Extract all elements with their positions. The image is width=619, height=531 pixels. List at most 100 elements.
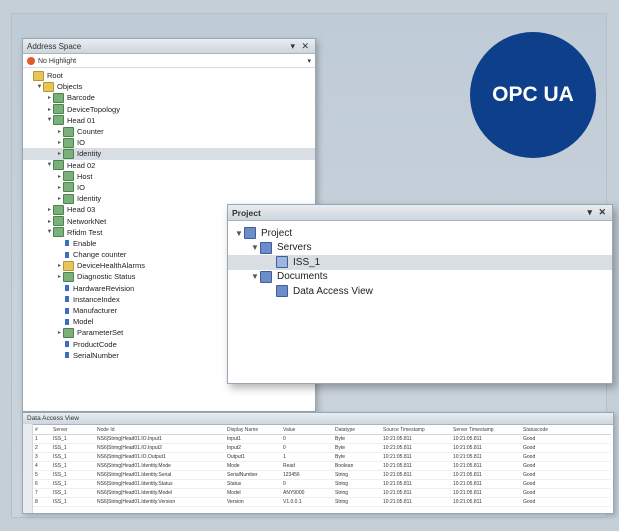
table-cell: String bbox=[333, 470, 381, 480]
tree-node[interactable]: ▸ Identity bbox=[23, 193, 315, 204]
expand-arrow-icon[interactable]: ▸ bbox=[46, 206, 53, 213]
column-header[interactable]: Display Name bbox=[225, 425, 281, 435]
table-row[interactable]: 3 ISS_1 NS6|String|Head01.IO.Output1 Output… bbox=[33, 452, 611, 462]
chevron-down-icon[interactable]: ▾ bbox=[307, 57, 311, 65]
tree-node[interactable]: ▸ IO bbox=[23, 137, 315, 148]
project-tree-node[interactable]: ▼ Servers bbox=[228, 241, 612, 256]
object-icon bbox=[63, 137, 74, 148]
highlight-label: No Highlight bbox=[38, 57, 77, 65]
tree-node[interactable]: ▸ Barcode bbox=[23, 92, 315, 103]
table-cell: 7 bbox=[33, 488, 51, 498]
project-tree-node[interactable]: Data Access View bbox=[228, 284, 612, 299]
collapse-arrow-icon[interactable]: ▼ bbox=[250, 243, 260, 252]
table-cell: 6 bbox=[33, 479, 51, 489]
column-header[interactable]: Source Timestamp bbox=[381, 425, 451, 435]
collapse-arrow-icon[interactable]: ▼ bbox=[46, 117, 53, 123]
table-cell: 10:21:05.811 bbox=[451, 452, 521, 462]
table-row[interactable]: 4 ISS_1 NS6|String|Head01.Identity.Mode Mod… bbox=[33, 461, 611, 471]
table-row[interactable]: 1 ISS_1 NS6|String|Head01.IO.Input1 Input1 0… bbox=[33, 434, 611, 444]
table-cell: 1 bbox=[33, 434, 51, 444]
table-row[interactable]: 2 ISS_1 NS6|String|Head01.IO.Input2 Input2 0… bbox=[33, 443, 611, 453]
expand-arrow-icon[interactable]: ▸ bbox=[46, 218, 53, 225]
tree-node[interactable]: ▼ Head 01 bbox=[23, 115, 315, 126]
opc-ua-badge: OPC UA bbox=[470, 32, 596, 158]
project-node-label: Project bbox=[261, 227, 293, 239]
column-header[interactable]: Server Timestamp bbox=[451, 425, 521, 435]
expand-arrow-icon[interactable]: ▸ bbox=[46, 106, 53, 113]
table-cell: ANY9000 bbox=[281, 488, 333, 498]
variable-icon bbox=[65, 307, 69, 314]
object-icon bbox=[63, 148, 74, 159]
tree-node[interactable]: ▸ IO bbox=[23, 182, 315, 193]
project-node-label: Data Access View bbox=[293, 285, 373, 297]
table-row[interactable]: 8 ISS_1 NS6|String|Head01.Identity.Version… bbox=[33, 497, 611, 507]
table-cell: 10:21:05.811 bbox=[451, 497, 521, 507]
tree-node[interactable]: Root bbox=[23, 70, 315, 81]
column-header[interactable]: Datatype bbox=[333, 425, 381, 435]
table-cell: NS6|String|Head01.Identity.Version bbox=[95, 497, 225, 507]
collapse-arrow-icon[interactable]: ▼ bbox=[234, 229, 244, 238]
collapse-arrow-icon[interactable]: ▼ bbox=[46, 162, 53, 168]
table-cell: 10:21:05.811 bbox=[381, 470, 451, 480]
table-cell: 10:21:05.811 bbox=[451, 443, 521, 453]
table-cell: 0 bbox=[281, 434, 333, 444]
expand-arrow-icon[interactable]: ▸ bbox=[56, 150, 63, 157]
object-icon bbox=[53, 115, 64, 126]
column-header[interactable]: Value bbox=[281, 425, 333, 435]
tree-node-label: InstanceIndex bbox=[73, 294, 120, 304]
object-icon bbox=[63, 171, 74, 182]
panel-controls[interactable]: ▾ ✕ bbox=[587, 207, 608, 218]
column-header[interactable]: # bbox=[33, 425, 51, 435]
tree-node[interactable]: ▸ Host bbox=[23, 171, 315, 182]
folder-icon bbox=[43, 81, 54, 92]
table-row[interactable]: 5 ISS_1 NS6|String|Head01.Identity.Serial S… bbox=[33, 470, 611, 480]
table-cell: NS6|String|Head01.IO.Input1 bbox=[95, 434, 225, 444]
table-row[interactable]: 7 ISS_1 NS6|String|Head01.Identity.Model Mo… bbox=[33, 488, 611, 498]
tree-node-label: Model bbox=[73, 317, 94, 327]
expand-arrow-icon[interactable]: ▸ bbox=[56, 173, 63, 180]
expand-arrow-icon[interactable]: ▸ bbox=[46, 94, 53, 101]
table-cell: SerialNumber bbox=[225, 470, 281, 480]
tree-node-label: ProductCode bbox=[73, 339, 117, 349]
project-tree-node[interactable]: ▼ Documents bbox=[228, 270, 612, 285]
expand-arrow-icon[interactable]: ▸ bbox=[56, 128, 63, 135]
project-node-label: Servers bbox=[277, 242, 312, 254]
data-access-table: # Server Node Id Display Name Value Datatype S… bbox=[33, 425, 611, 507]
table-cell: 10:21:05.811 bbox=[451, 479, 521, 489]
tree-node[interactable]: ▼ Head 02 bbox=[23, 160, 315, 171]
variable-icon bbox=[65, 352, 69, 359]
table-row[interactable]: 6 ISS_1 NS6|String|Head01.Identity.Status S… bbox=[33, 479, 611, 489]
expand-arrow-icon[interactable]: ▸ bbox=[56, 184, 63, 191]
panel-controls[interactable]: ▾ ✕ bbox=[290, 41, 311, 52]
collapse-arrow-icon[interactable]: ▼ bbox=[250, 272, 260, 281]
expand-arrow-icon[interactable]: ▸ bbox=[56, 195, 63, 202]
expand-arrow-icon[interactable]: ▸ bbox=[56, 139, 63, 146]
highlight-bar[interactable]: No Highlight ▾ bbox=[23, 54, 315, 68]
project-tree[interactable]: ▼ Project ▼ Servers ISS_1 ▼ Documents Data Acce… bbox=[228, 221, 612, 299]
column-header[interactable]: Statuscode bbox=[521, 425, 611, 435]
column-header[interactable]: Node Id bbox=[95, 425, 225, 435]
table-cell: String bbox=[333, 497, 381, 507]
data-access-view-title: Data Access View bbox=[27, 415, 79, 422]
tree-node[interactable]: ▼ Objects bbox=[23, 81, 315, 92]
tree-node[interactable]: ▸ DeviceTopology bbox=[23, 104, 315, 115]
column-header[interactable]: Server bbox=[51, 425, 95, 435]
table-body: 1 ISS_1 NS6|String|Head01.IO.Input1 Input1 0… bbox=[33, 434, 611, 507]
table-cell: NS6|String|Head01.IO.Output1 bbox=[95, 452, 225, 462]
expand-arrow-icon[interactable]: ▸ bbox=[56, 329, 63, 336]
table-cell: Input1 bbox=[225, 434, 281, 444]
expand-arrow-icon[interactable]: ▸ bbox=[56, 262, 63, 269]
variable-icon bbox=[65, 285, 69, 292]
tree-node[interactable]: ▸ Counter bbox=[23, 126, 315, 137]
variable-icon bbox=[65, 341, 69, 348]
project-tree-node[interactable]: ▼ Project bbox=[228, 226, 612, 241]
collapse-arrow-icon[interactable]: ▼ bbox=[36, 84, 43, 90]
tree-node-label: ParameterSet bbox=[77, 328, 124, 338]
variable-icon bbox=[65, 296, 69, 303]
project-tree-node[interactable]: ISS_1 bbox=[228, 255, 612, 270]
expand-arrow-icon[interactable]: ▸ bbox=[56, 273, 63, 280]
tree-node[interactable]: ▸ Identity bbox=[23, 148, 315, 160]
collapse-arrow-icon[interactable]: ▼ bbox=[46, 229, 53, 235]
no-highlight-icon bbox=[27, 56, 35, 65]
table-cell: 4 bbox=[33, 461, 51, 471]
